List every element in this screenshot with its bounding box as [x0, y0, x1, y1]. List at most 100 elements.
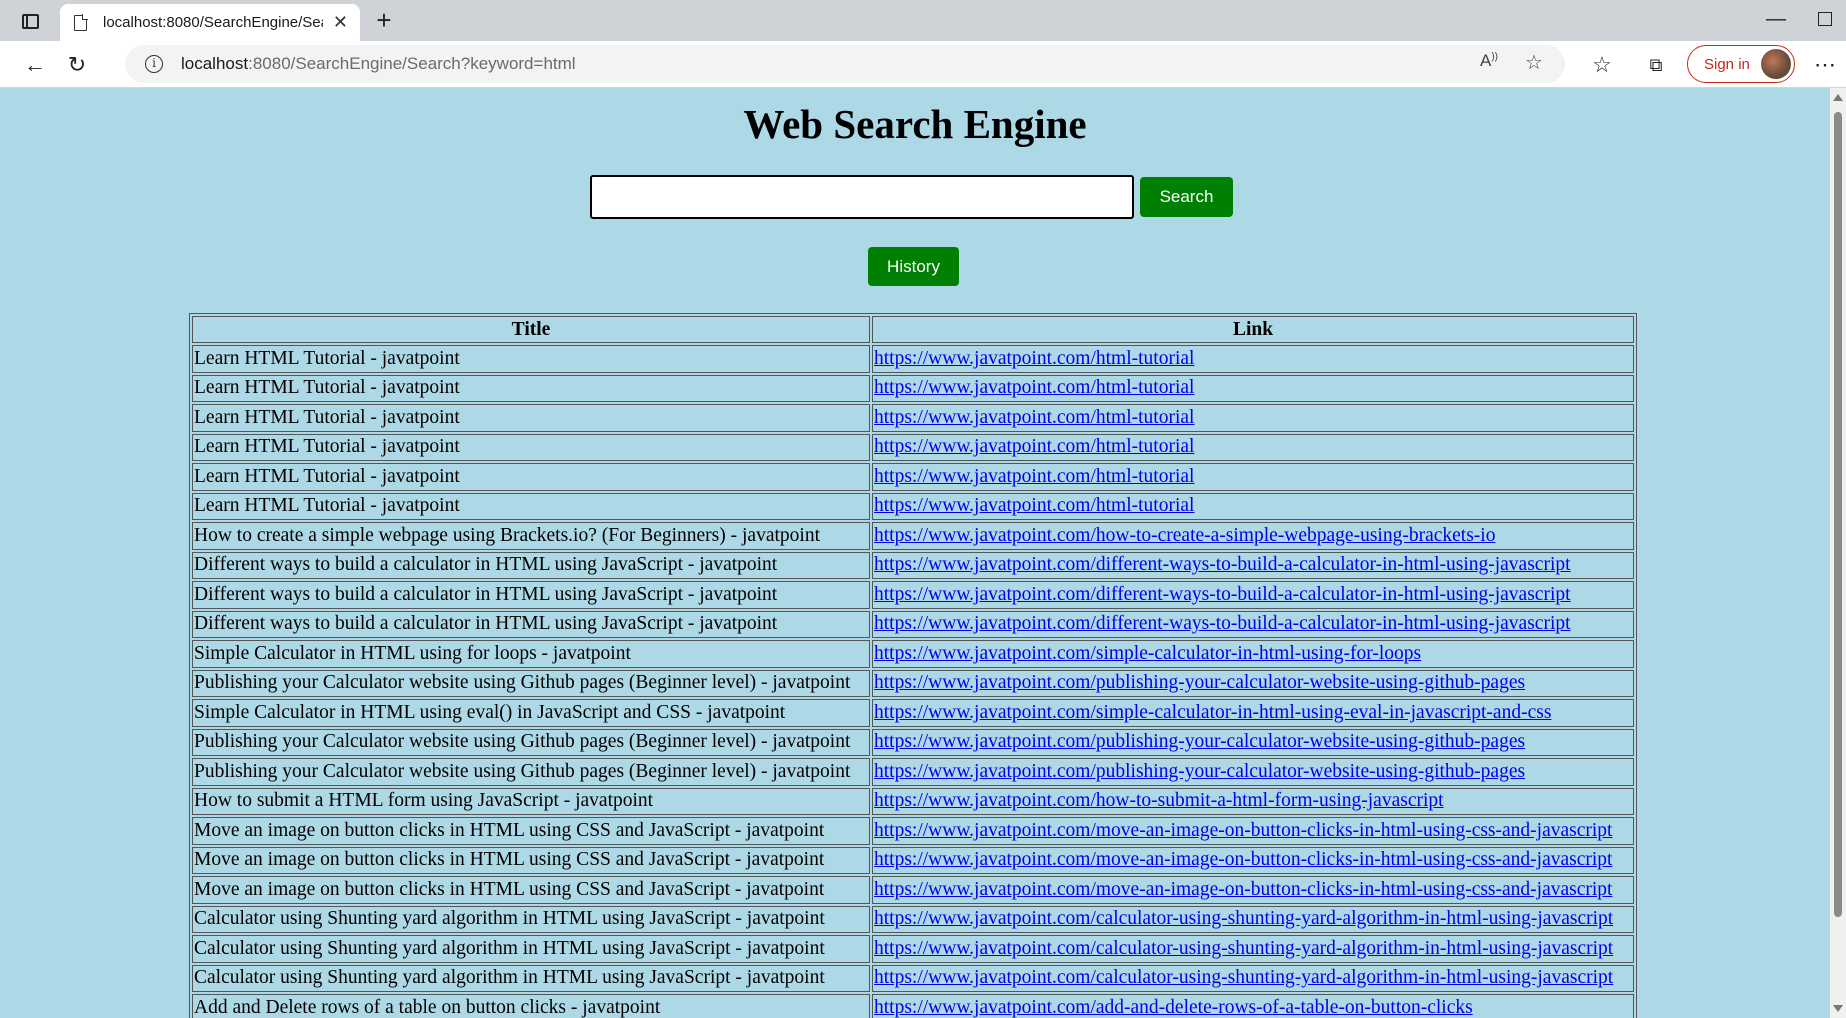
result-link[interactable]: https://www.javatpoint.com/different-way… — [874, 554, 1571, 575]
new-tab-button[interactable]: + — [368, 6, 400, 36]
result-link[interactable]: https://www.javatpoint.com/different-way… — [874, 584, 1571, 605]
result-link[interactable]: https://www.javatpoint.com/move-an-image… — [874, 849, 1612, 870]
result-link[interactable]: https://www.javatpoint.com/add-and-delet… — [874, 997, 1473, 1018]
result-link[interactable]: https://www.javatpoint.com/how-to-submit… — [874, 790, 1444, 811]
result-title: Add and Delete rows of a table on button… — [192, 994, 870, 1018]
result-link[interactable]: https://www.javatpoint.com/calculator-us… — [874, 938, 1613, 959]
table-row: Different ways to build a calculator in … — [192, 551, 1634, 579]
result-link-cell: https://www.javatpoint.com/add-and-delet… — [872, 994, 1634, 1018]
result-link[interactable]: https://www.javatpoint.com/calculator-us… — [874, 908, 1613, 929]
browser-toolbar: ← ↻ i localhost:8080/SearchEngine/Search… — [0, 41, 1846, 88]
table-row: Learn HTML Tutorial - javatpoint https://… — [192, 433, 1634, 461]
result-link-cell: https://www.javatpoint.com/publishing-yo… — [872, 728, 1634, 756]
result-title: Learn HTML Tutorial - javatpoint — [192, 492, 870, 520]
result-link-cell: https://www.javatpoint.com/html-tutorial — [872, 345, 1634, 373]
result-link-cell: https://www.javatpoint.com/how-to-create… — [872, 522, 1634, 550]
close-tab-icon[interactable]: ✕ — [333, 12, 348, 32]
result-link[interactable]: https://www.javatpoint.com/html-tutorial — [874, 377, 1194, 398]
result-link-cell: https://www.javatpoint.com/html-tutorial — [872, 463, 1634, 491]
result-link[interactable]: https://www.javatpoint.com/publishing-yo… — [874, 731, 1525, 752]
result-link[interactable]: https://www.javatpoint.com/how-to-create… — [874, 525, 1495, 546]
result-link-cell: https://www.javatpoint.com/calculator-us… — [872, 964, 1634, 992]
scroll-up-icon[interactable] — [1833, 94, 1843, 101]
title-column-header: Title — [192, 316, 870, 343]
results-body: Learn HTML Tutorial - javatpoint https://… — [192, 345, 1634, 1018]
result-link[interactable]: https://www.javatpoint.com/move-an-image… — [874, 820, 1612, 841]
collections-icon[interactable]: ⧉ — [1641, 50, 1671, 80]
table-row: Add and Delete rows of a table on button… — [192, 994, 1634, 1018]
read-aloud-icon[interactable]: A)) — [1480, 51, 1498, 71]
page-icon — [74, 13, 88, 31]
table-row: Learn HTML Tutorial - javatpoint https://… — [192, 463, 1634, 491]
result-link[interactable]: https://www.javatpoint.com/publishing-yo… — [874, 761, 1525, 782]
result-title: Publishing your Calculator website using… — [192, 758, 870, 786]
result-title: Move an image on button clicks in HTML u… — [192, 817, 870, 845]
result-title: How to create a simple webpage using Bra… — [192, 522, 870, 550]
tab-title: localhost:8080/SearchEngine/Search?keywo… — [103, 14, 323, 31]
result-link[interactable]: https://www.javatpoint.com/publishing-yo… — [874, 672, 1525, 693]
refresh-icon[interactable]: ↻ — [62, 50, 92, 80]
minimize-icon[interactable]: — — [1766, 8, 1786, 31]
table-row: Different ways to build a calculator in … — [192, 610, 1634, 638]
favorite-add-icon[interactable]: ☆ — [1525, 50, 1543, 75]
history-button[interactable]: History — [868, 247, 959, 286]
tab-actions-button[interactable] — [14, 8, 46, 34]
table-row: Different ways to build a calculator in … — [192, 581, 1634, 609]
url-path: :8080/SearchEngine/Search?keyword=html — [248, 54, 576, 73]
result-title: Different ways to build a calculator in … — [192, 610, 870, 638]
result-link[interactable]: https://www.javatpoint.com/html-tutorial — [874, 407, 1194, 428]
result-title: Learn HTML Tutorial - javatpoint — [192, 404, 870, 432]
result-title: Calculator using Shunting yard algorithm… — [192, 935, 870, 963]
vertical-scrollbar[interactable] — [1830, 88, 1846, 1018]
maximize-icon[interactable] — [1818, 12, 1832, 26]
result-link[interactable]: https://www.javatpoint.com/simple-calcul… — [874, 643, 1421, 664]
result-link[interactable]: https://www.javatpoint.com/calculator-us… — [874, 967, 1613, 988]
table-row: Publishing your Calculator website using… — [192, 669, 1634, 697]
result-title: Move an image on button clicks in HTML u… — [192, 876, 870, 904]
sign-in-button[interactable]: Sign in — [1687, 45, 1795, 83]
favorites-icon[interactable]: ☆ — [1587, 50, 1617, 80]
result-title: Publishing your Calculator website using… — [192, 669, 870, 697]
address-bar[interactable]: i localhost:8080/SearchEngine/Search?key… — [125, 45, 1565, 83]
table-row: Simple Calculator in HTML using for loop… — [192, 640, 1634, 668]
search-input[interactable] — [590, 175, 1134, 219]
table-row: Learn HTML Tutorial - javatpoint https://… — [192, 492, 1634, 520]
table-row: Publishing your Calculator website using… — [192, 758, 1634, 786]
result-link[interactable]: https://www.javatpoint.com/html-tutorial — [874, 466, 1194, 487]
url-host: localhost — [181, 54, 249, 73]
result-title: Learn HTML Tutorial - javatpoint — [192, 374, 870, 402]
result-link-cell: https://www.javatpoint.com/different-way… — [872, 551, 1634, 579]
result-title: Different ways to build a calculator in … — [192, 551, 870, 579]
table-row: Learn HTML Tutorial - javatpoint https://… — [192, 345, 1634, 373]
browser-tab[interactable]: localhost:8080/SearchEngine/Search?keywo… — [60, 4, 360, 41]
search-button[interactable]: Search — [1140, 177, 1233, 217]
table-row: Learn HTML Tutorial - javatpoint https://… — [192, 404, 1634, 432]
result-link[interactable]: https://www.javatpoint.com/move-an-image… — [874, 879, 1612, 900]
more-options-icon[interactable]: ⋯ — [1810, 50, 1840, 80]
result-link-cell: https://www.javatpoint.com/publishing-yo… — [872, 669, 1634, 697]
result-link[interactable]: https://www.javatpoint.com/html-tutorial — [874, 495, 1194, 516]
page-title: Web Search Engine — [743, 101, 1087, 147]
result-title: Calculator using Shunting yard algorithm… — [192, 905, 870, 933]
tab-strip: localhost:8080/SearchEngine/Search?keywo… — [0, 0, 1846, 41]
link-column-header: Link — [872, 316, 1634, 343]
site-info-icon[interactable]: i — [145, 55, 163, 73]
result-link[interactable]: https://www.javatpoint.com/html-tutorial — [874, 348, 1194, 369]
result-title: Learn HTML Tutorial - javatpoint — [192, 463, 870, 491]
table-row: Move an image on button clicks in HTML u… — [192, 817, 1634, 845]
table-row: How to create a simple webpage using Bra… — [192, 522, 1634, 550]
result-link[interactable]: https://www.javatpoint.com/html-tutorial — [874, 436, 1194, 457]
result-link[interactable]: https://www.javatpoint.com/simple-calcul… — [874, 702, 1551, 723]
results-table: Title Link Learn HTML Tutorial - javatpo… — [189, 313, 1637, 1018]
back-icon[interactable]: ← — [20, 50, 50, 80]
result-link-cell: https://www.javatpoint.com/html-tutorial — [872, 404, 1634, 432]
result-title: How to submit a HTML form using JavaScri… — [192, 787, 870, 815]
scrollbar-thumb[interactable] — [1834, 112, 1842, 917]
result-link-cell: https://www.javatpoint.com/calculator-us… — [872, 905, 1634, 933]
table-row: Calculator using Shunting yard algorithm… — [192, 905, 1634, 933]
result-link-cell: https://www.javatpoint.com/move-an-image… — [872, 876, 1634, 904]
scroll-down-icon[interactable] — [1833, 1005, 1843, 1012]
result-title: Simple Calculator in HTML using for loop… — [192, 640, 870, 668]
table-header-row: Title Link — [192, 316, 1634, 343]
result-link[interactable]: https://www.javatpoint.com/different-way… — [874, 613, 1571, 634]
